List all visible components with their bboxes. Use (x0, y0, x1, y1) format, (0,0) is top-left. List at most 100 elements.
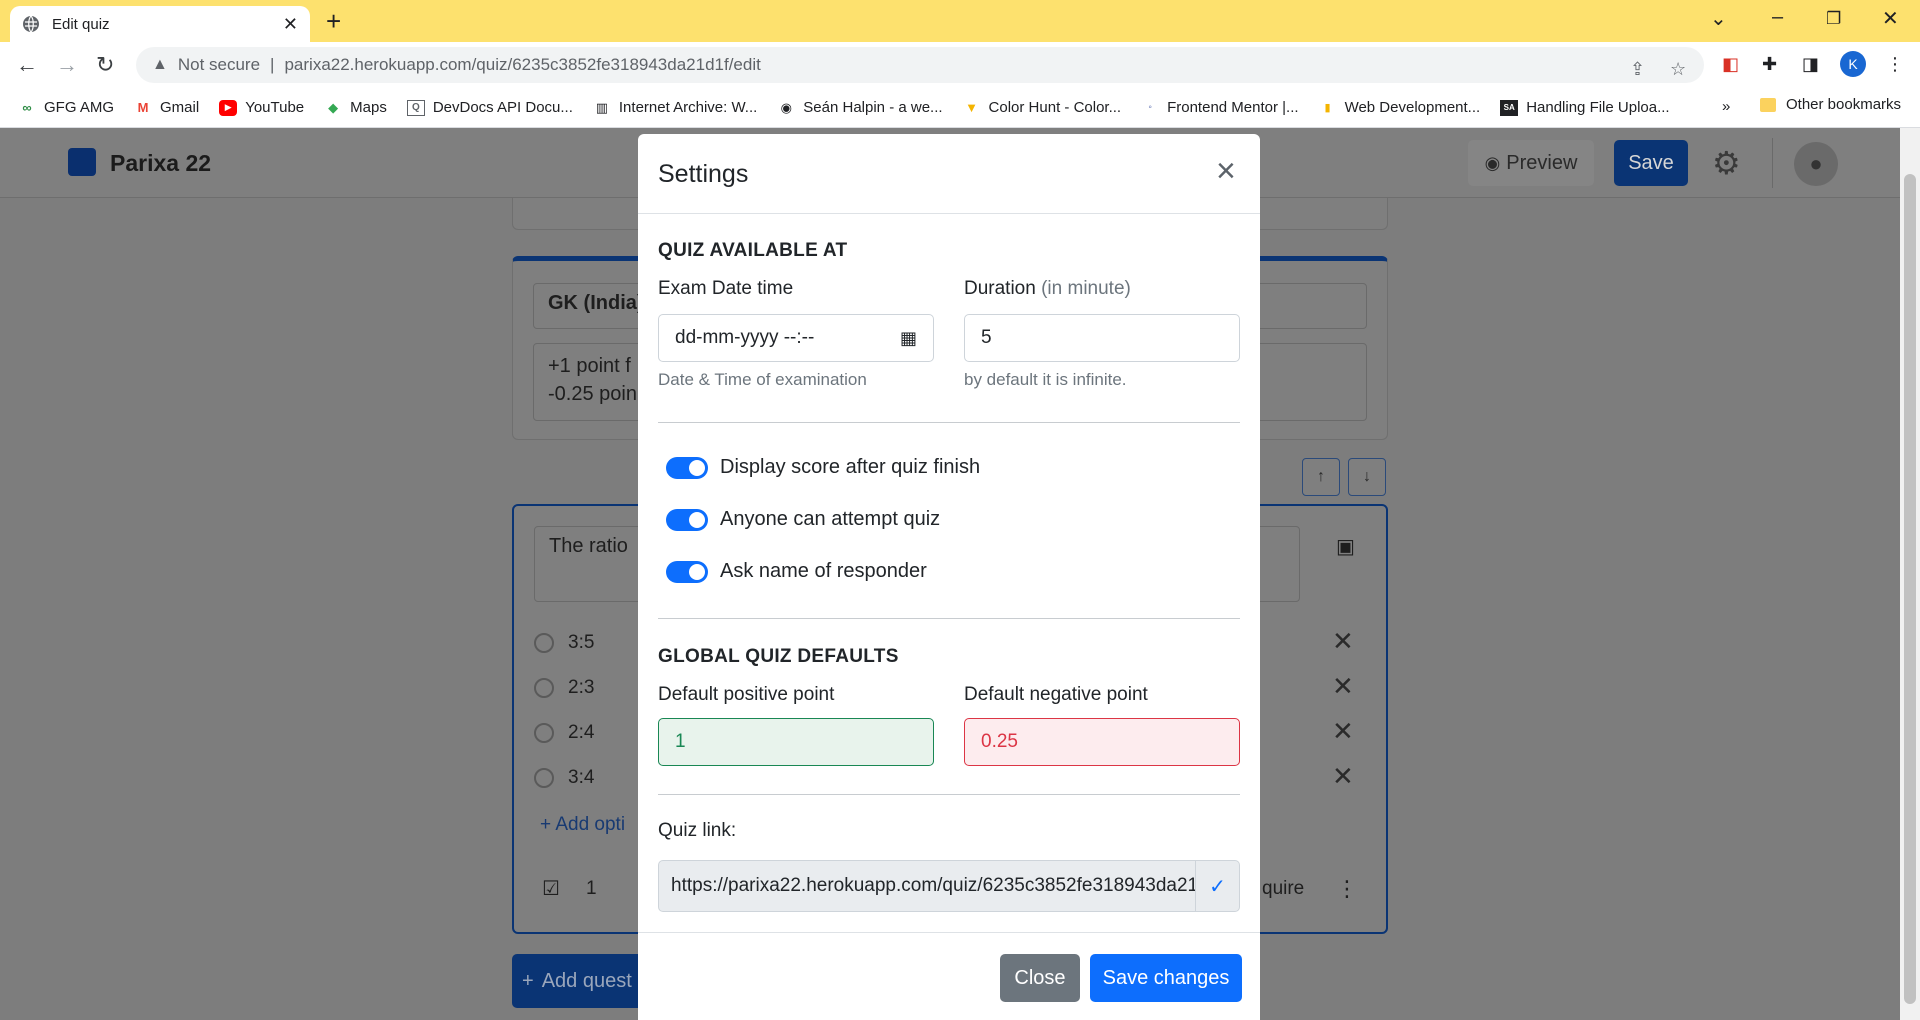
browser-menu-icon[interactable]: ⋮ (1886, 54, 1904, 75)
modal-title: Settings (658, 160, 749, 188)
negative-point-label: Default negative point (964, 684, 1148, 705)
eye-icon: ◉ (780, 99, 792, 115)
exam-datetime-placeholder: dd-mm-yyyy --:-- (675, 327, 815, 348)
bookmarks-overflow-button[interactable]: » (1722, 98, 1730, 115)
quiz-link-input[interactable]: https://parixa22.herokuapp.com/quiz/6235… (658, 860, 1196, 912)
radio-button[interactable] (534, 723, 554, 743)
remove-option-icon[interactable]: ✕ (1332, 716, 1354, 747)
bookmark-web-development[interactable]: ▮ Web Development... (1319, 99, 1481, 116)
option-row[interactable]: 2:4 (534, 722, 594, 744)
bookmark-sean-halpin[interactable]: ◉ Seán Halpin - a we... (777, 99, 943, 116)
user-avatar-icon[interactable]: ● (1794, 142, 1838, 186)
minimize-icon[interactable]: – (1772, 6, 1783, 29)
preview-label: Preview (1506, 151, 1578, 174)
bookmarks-bar: ∞ GFG AMG M Gmail ▶ YouTube ◆ Maps Q DevDocs … (0, 88, 1920, 128)
side-panel-icon[interactable]: ◨ (1802, 54, 1819, 75)
bookmark-color-hunt[interactable]: ▼ Color Hunt - Color... (963, 99, 1122, 116)
duration-unit: (in minute) (1041, 278, 1131, 299)
other-bookmarks[interactable]: Other bookmarks (1760, 96, 1901, 113)
arrow-down-icon: ↓ (1363, 468, 1371, 485)
window-close-icon[interactable]: ✕ (1882, 6, 1899, 31)
tab-close-icon[interactable]: ✕ (283, 14, 298, 35)
extension-red-icon[interactable]: ◧ (1722, 54, 1739, 75)
back-icon[interactable]: ← (16, 52, 38, 78)
add-option-link[interactable]: + Add opti (540, 814, 625, 836)
require-toggle-label[interactable]: quire (1262, 878, 1304, 900)
positive-point-value: 1 (675, 731, 686, 752)
quiz-link-label: Quiz link: (658, 820, 737, 841)
bookmark-maps[interactable]: ◆ Maps (324, 99, 387, 116)
youtube-icon: ▶ (219, 99, 238, 116)
duration-help: by default it is infinite. (964, 370, 1127, 389)
bookmark-label: Seán Halpin - a we... (803, 99, 943, 116)
settings-gear-icon[interactable]: ⚙ (1712, 144, 1741, 182)
duration-input[interactable]: 5 (964, 314, 1240, 362)
radio-button[interactable] (534, 768, 554, 788)
new-tab-icon[interactable]: + (326, 6, 341, 37)
tab-edit-quiz[interactable]: Edit quiz ✕ (10, 6, 310, 42)
scrollbar-thumb[interactable] (1904, 174, 1916, 1004)
reload-icon[interactable]: ↻ (96, 52, 114, 78)
address-bar[interactable]: ▲ Not secure | parixa22.herokuapp.com/qu… (136, 47, 1704, 83)
positive-point-input[interactable]: 1 (658, 718, 934, 766)
radio-button[interactable] (534, 678, 554, 698)
image-upload-icon[interactable]: ▣ (1336, 534, 1355, 559)
copy-check-icon[interactable]: ✓ (1196, 860, 1240, 912)
warning-icon[interactable]: ▲ (152, 56, 168, 74)
option-row[interactable]: 3:4 (534, 767, 594, 789)
quiz-title-value: GK (India) (548, 292, 644, 314)
bookmark-star-icon[interactable]: ☆ (1670, 59, 1686, 80)
add-question-label: Add quest (541, 969, 632, 992)
share-icon[interactable]: ⇪ (1630, 59, 1645, 80)
toggle-label: Display score after quiz finish (720, 456, 981, 478)
option-row[interactable]: 3:5 (534, 632, 594, 654)
bookmark-archive[interactable]: ▥ Internet Archive: W... (593, 99, 758, 116)
tab-search-icon[interactable]: ⌄ (1710, 6, 1727, 31)
remove-option-icon[interactable]: ✕ (1332, 671, 1354, 702)
save-changes-button[interactable]: Save changes (1090, 954, 1242, 1002)
radio-button[interactable] (534, 633, 554, 653)
remove-option-icon[interactable]: ✕ (1332, 761, 1354, 792)
bookmark-label: Color Hunt - Color... (988, 99, 1122, 116)
bookmark-gmail[interactable]: M Gmail (134, 99, 200, 116)
move-down-button[interactable]: ↓ (1348, 458, 1386, 496)
page-scrollbar[interactable] (1900, 128, 1920, 1020)
bookmark-devdocs[interactable]: Q DevDocs API Docu... (406, 99, 573, 116)
option-text[interactable]: 3:4 (568, 767, 594, 789)
bookmark-youtube[interactable]: ▶ YouTube (219, 99, 304, 116)
toggle-switch[interactable] (666, 508, 708, 531)
close-button[interactable]: Close (1000, 954, 1080, 1002)
bookmark-gfg[interactable]: ∞ GFG AMG (18, 99, 114, 116)
toggle-switch[interactable] (666, 456, 708, 479)
remove-option-icon[interactable]: ✕ (1332, 626, 1354, 657)
toggle-display-score[interactable]: Display score after quiz finish (666, 456, 980, 479)
modal-header: Settings × (638, 134, 1260, 214)
points-input[interactable]: 1 (586, 878, 597, 900)
negative-point-input[interactable]: 0.25 (964, 718, 1240, 766)
option-text[interactable]: 3:5 (568, 632, 594, 654)
more-options-icon[interactable]: ⋮ (1336, 876, 1358, 902)
save-button[interactable]: Save (1614, 140, 1688, 186)
move-up-button[interactable]: ↑ (1302, 458, 1340, 496)
divider (658, 794, 1240, 795)
option-text[interactable]: 2:3 (568, 677, 594, 699)
calendar-icon[interactable]: ▦ (900, 328, 917, 349)
forward-icon[interactable]: → (56, 52, 78, 78)
toggle-switch[interactable] (666, 560, 708, 583)
toggle-anyone-attempt[interactable]: Anyone can attempt quiz (666, 508, 940, 531)
exam-date-label: Exam Date time (658, 278, 794, 299)
header-divider (1772, 138, 1773, 188)
exam-datetime-input[interactable]: dd-mm-yyyy --:-- ▦ (658, 314, 934, 362)
close-icon[interactable]: × (1216, 154, 1236, 188)
bookmark-frontend-mentor[interactable]: ◦ Frontend Mentor |... (1141, 99, 1298, 116)
extensions-puzzle-icon[interactable]: ✚ (1762, 54, 1777, 75)
preview-button[interactable]: ◉ Preview (1468, 140, 1594, 186)
option-row[interactable]: 2:3 (534, 677, 594, 699)
bookmark-file-upload[interactable]: SA Handling File Uploa... (1500, 99, 1670, 116)
option-text[interactable]: 2:4 (568, 722, 594, 744)
bookmark-label: Handling File Uploa... (1526, 99, 1670, 116)
toggle-ask-name[interactable]: Ask name of responder (666, 560, 927, 583)
profile-avatar[interactable]: K (1840, 51, 1866, 77)
restore-icon[interactable]: ❐ (1826, 9, 1841, 29)
add-question-button[interactable]: + Add quest (512, 954, 652, 1008)
